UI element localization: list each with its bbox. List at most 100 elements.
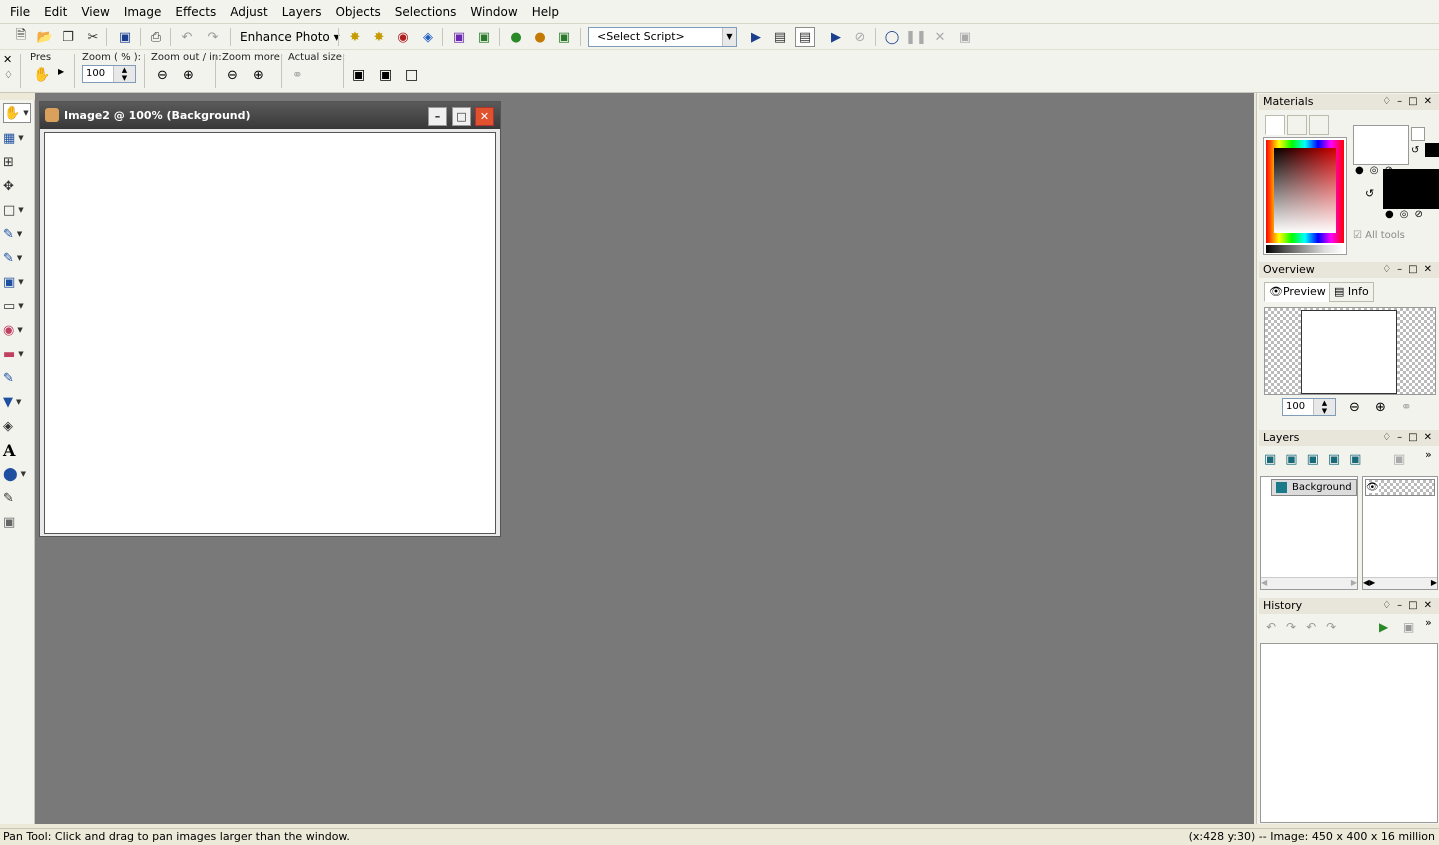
pen-tool-icon[interactable]: ✎ — [3, 488, 31, 508]
script-mode-icon[interactable]: ▤ — [795, 27, 815, 47]
background-small-swatch[interactable] — [1425, 143, 1439, 157]
crop-tool-icon[interactable]: ⊞ — [3, 152, 31, 172]
color-replacer-icon[interactable]: ◈ — [3, 416, 31, 436]
selection-tool-icon[interactable]: □ ▼ — [3, 200, 31, 220]
portrait-icon[interactable]: ▣ — [449, 27, 469, 47]
save-recording-icon[interactable]: ▣ — [955, 27, 975, 47]
cancel-icon[interactable]: ✕ — [930, 27, 950, 47]
history-play-icon[interactable]: ▶ — [1379, 620, 1388, 634]
print-icon[interactable]: ⎙ — [146, 27, 166, 47]
run-script-icon[interactable]: ▶ — [746, 27, 766, 47]
more-icon[interactable]: » — [1425, 448, 1432, 461]
landscape-icon[interactable]: ▣ — [474, 27, 494, 47]
layer-properties-list[interactable]: 👁 ◀▶ ▶ — [1362, 476, 1438, 590]
menu-file[interactable]: File — [3, 1, 37, 23]
browse-icon[interactable]: ❐ — [58, 27, 78, 47]
eraser-tool-icon[interactable]: ▬ ▼ — [3, 344, 31, 364]
stop-script-icon[interactable]: ⊘ — [850, 27, 870, 47]
history-buttons-icons[interactable]: ↶↷↶↷ — [1266, 620, 1346, 634]
zoom-in-icon[interactable]: ⊕ — [183, 68, 194, 83]
menu-effects[interactable]: Effects — [168, 1, 223, 23]
actual-size-icon[interactable]: ⚭ — [292, 68, 303, 83]
all-tools-checkbox[interactable]: ☑ All tools — [1353, 230, 1405, 241]
menu-window[interactable]: Window — [463, 1, 524, 23]
menu-edit[interactable]: Edit — [37, 1, 74, 23]
open-icon[interactable]: 📂 — [35, 27, 55, 47]
overview-viewport[interactable] — [1301, 310, 1397, 394]
scan-icon[interactable]: ✂ — [83, 27, 103, 47]
picture-tube-icon[interactable]: ✎ — [3, 368, 31, 388]
maximize-button[interactable]: □ — [452, 107, 471, 126]
layer-buttons-icons[interactable]: ▣▣▣▣▣ — [1264, 452, 1370, 467]
fit-window-icon[interactable]: ▣ — [352, 67, 365, 83]
web-icon[interactable]: ● — [530, 27, 550, 47]
undo-icon[interactable]: ↶ — [177, 27, 197, 47]
menu-adjust[interactable]: Adjust — [223, 1, 275, 23]
more-icon[interactable]: » — [1425, 616, 1432, 629]
history-save-icon[interactable]: ▣ — [1403, 620, 1414, 634]
zoom-input[interactable]: 100 ▲ ▼ — [82, 65, 136, 83]
save-icon[interactable]: ▣ — [115, 27, 135, 47]
edit-script-icon[interactable]: ▤ — [770, 27, 790, 47]
one-step-fix-icon[interactable]: ✸ — [345, 27, 365, 47]
image-canvas[interactable] — [44, 132, 496, 534]
delete-layer-icon[interactable]: ▣ — [1393, 452, 1405, 467]
tab-rainbow-icon[interactable] — [1287, 115, 1307, 135]
menu-view[interactable]: View — [74, 1, 116, 23]
foreground-swatch[interactable] — [1353, 125, 1409, 165]
close-button[interactable]: ✕ — [475, 107, 494, 126]
enhance-photo-button[interactable]: Enhance Photo ▾ — [240, 28, 340, 46]
close-icon[interactable]: ✕ — [3, 53, 12, 66]
tab-info[interactable]: ▤ Info — [1329, 282, 1374, 302]
move-tool-icon[interactable]: ✥ — [3, 176, 31, 196]
color-picker[interactable] — [1263, 137, 1347, 255]
bg-style-icons[interactable]: ●◎⊘ — [1385, 209, 1429, 220]
history-list[interactable] — [1260, 643, 1438, 823]
makeover-icon[interactable]: ◈ — [418, 27, 438, 47]
preset-arrow-icon[interactable]: ▶ — [58, 67, 64, 76]
overview-preview[interactable] — [1264, 307, 1436, 395]
record-icon[interactable]: ◯ — [882, 27, 902, 47]
tab-swatches-icon[interactable] — [1309, 115, 1329, 135]
zoom-more-in-icon[interactable]: ⊕ — [253, 68, 264, 83]
menu-layers[interactable]: Layers — [275, 1, 329, 23]
layers-list[interactable]: Background ◀ ▶ — [1260, 476, 1358, 590]
flood-fill-icon[interactable]: ▼ ▼ — [3, 392, 31, 412]
warp-brush-icon[interactable]: ▣ — [3, 512, 31, 532]
zoom-out-icon[interactable]: ⊖ — [1349, 400, 1360, 415]
zoom-out-icon[interactable]: ⊖ — [157, 68, 168, 83]
chevron-down-icon[interactable]: ▼ — [722, 28, 736, 46]
pan-preset-icon[interactable]: ✋ — [33, 67, 50, 83]
paint-brush-icon[interactable]: ✎ ▼ — [3, 248, 31, 268]
menu-image[interactable]: Image — [117, 1, 169, 23]
pin-icon[interactable]: ♢ — [4, 70, 13, 81]
dodge-tool-icon[interactable]: ◉ ▼ — [3, 320, 31, 340]
tab-frame-icon[interactable] — [1265, 115, 1285, 135]
fit-image-icon[interactable]: ▣ — [379, 67, 392, 83]
overview-zoom-input[interactable]: 100 ▲ ▼ — [1282, 398, 1336, 416]
tab-preview[interactable]: 👁Preview — [1264, 282, 1331, 302]
script-select[interactable]: <Select Script> ▼ — [588, 27, 737, 47]
text-tool-icon[interactable]: A — [3, 440, 31, 460]
dropper-tool-icon[interactable]: ✎ ▼ — [3, 224, 31, 244]
smart-fix-icon[interactable]: ✸ — [369, 27, 389, 47]
menu-help[interactable]: Help — [525, 1, 566, 23]
pan-tool-icon[interactable]: ✋ ▼ — [3, 103, 31, 123]
new-icon[interactable]: 🗎 — [11, 27, 31, 47]
swap-materials-icon[interactable]: ↺ — [1365, 187, 1374, 200]
panel-controls-icon[interactable]: ♢–□✕ — [1382, 94, 1438, 110]
preset-shape-icon[interactable]: ⬤ ▼ — [3, 464, 31, 484]
swap-colors-icon[interactable]: ↺ — [1411, 145, 1419, 156]
zoom-in-icon[interactable]: ⊕ — [1375, 400, 1386, 415]
redo-icon[interactable]: ↷ — [203, 27, 223, 47]
spin-arrows-icon[interactable]: ▲ ▼ — [113, 66, 135, 82]
layer-row[interactable]: Background — [1271, 479, 1357, 496]
layers-scrollbar[interactable]: ◀ ▶ — [1261, 577, 1357, 589]
spin-arrows-icon[interactable]: ▲ ▼ — [1313, 399, 1335, 415]
clone-brush-icon[interactable]: ▣ ▼ — [3, 272, 31, 292]
pick-tool-icon[interactable]: ▦ ▼ — [3, 128, 31, 148]
layer-properties-scrollbar[interactable]: ◀▶ ▶ — [1363, 577, 1437, 589]
menu-selections[interactable]: Selections — [388, 1, 464, 23]
share-icon[interactable]: ● — [506, 27, 526, 47]
image-window-titlebar[interactable]: Image2 @ 100% (Background) – □ ✕ — [40, 102, 500, 129]
